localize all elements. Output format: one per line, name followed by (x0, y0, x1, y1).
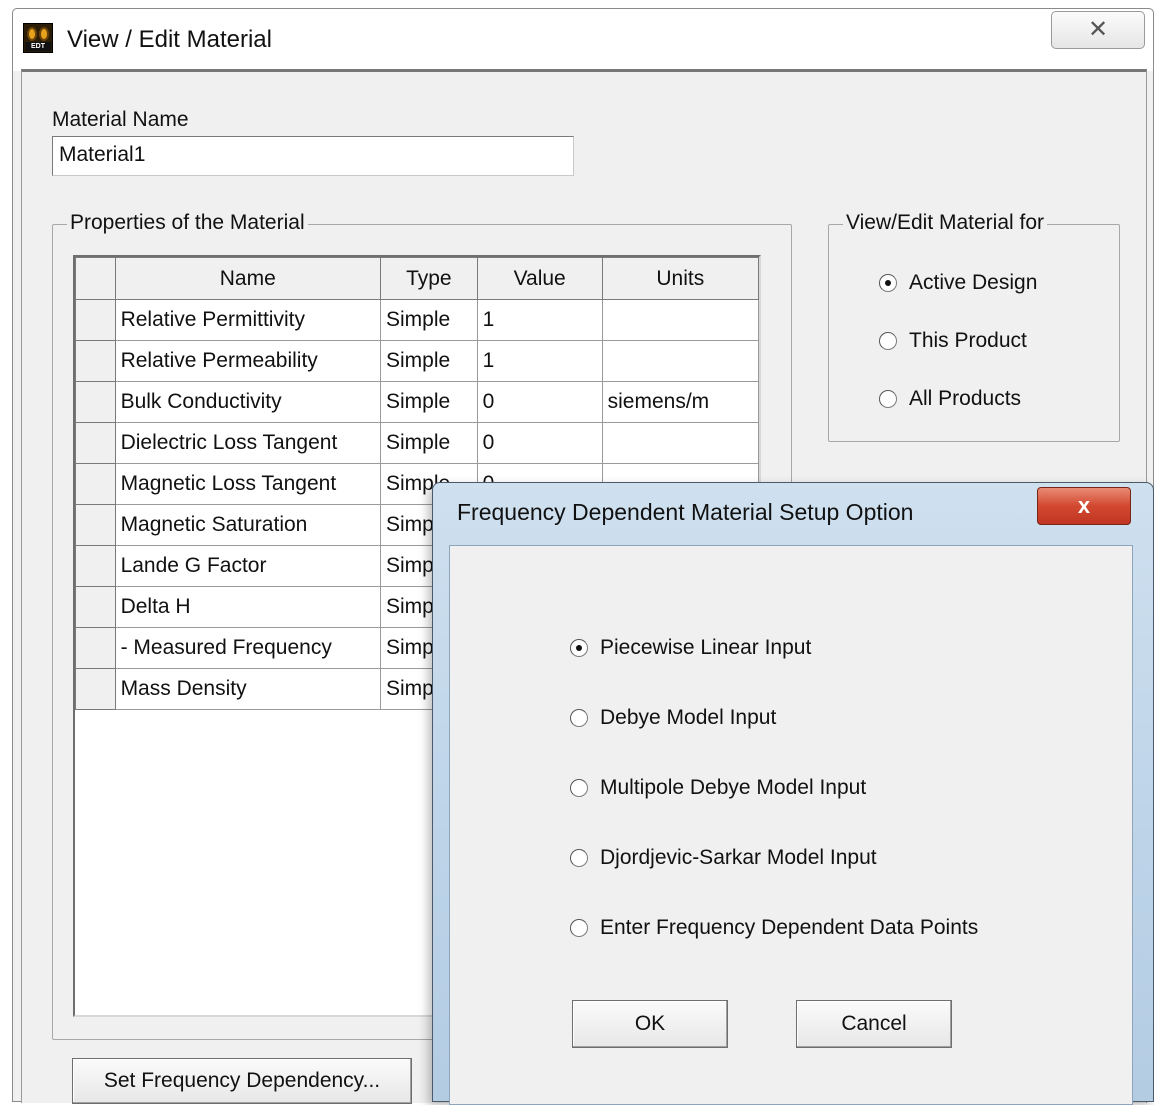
column-header-name[interactable]: Name (114, 257, 382, 300)
property-value-cell[interactable]: 1 (476, 340, 603, 382)
row-header-cell[interactable] (75, 627, 116, 669)
table-row[interactable]: Relative Permeability Simple 1 (75, 340, 759, 382)
title-bar[interactable]: EDT View / Edit Material ✕ (13, 9, 1153, 71)
property-name-cell[interactable]: Delta H (114, 586, 382, 628)
property-name-cell[interactable]: Magnetic Saturation (114, 504, 382, 546)
property-value-cell[interactable]: 1 (476, 299, 603, 341)
window-close-button[interactable]: ✕ (1051, 11, 1145, 49)
radio-label: Active Design (909, 271, 1038, 294)
property-name-cell[interactable]: Dielectric Loss Tangent (114, 422, 382, 464)
properties-header-row: Name Type Value Units (75, 257, 759, 300)
app-icon-label: EDT (25, 42, 51, 51)
property-value-cell[interactable]: 0 (476, 381, 603, 423)
column-header-value[interactable]: Value (476, 257, 603, 300)
close-icon: ✕ (1087, 16, 1109, 43)
property-type-cell[interactable]: Simple (380, 299, 478, 341)
close-icon: x (1077, 493, 1091, 518)
table-row[interactable]: Relative Permittivity Simple 1 (75, 299, 759, 341)
column-header-units[interactable]: Units (601, 257, 759, 300)
row-header-cell[interactable] (75, 381, 116, 423)
dialog-title: Frequency Dependent Material Setup Optio… (457, 499, 914, 525)
radio-label: This Product (909, 329, 1027, 352)
radio-label: Piecewise Linear Input (600, 636, 812, 659)
property-value-cell[interactable]: 0 (476, 422, 603, 464)
property-units-cell[interactable] (601, 340, 759, 382)
radio-button[interactable] (570, 849, 588, 867)
property-type-cell[interactable]: Simple (380, 340, 478, 382)
radio-all-products[interactable]: All Products (879, 387, 1021, 411)
radio-label: All Products (909, 387, 1022, 410)
property-name-cell[interactable]: Magnetic Loss Tangent (114, 463, 382, 505)
column-header-type[interactable]: Type (380, 257, 478, 300)
dialog-client-area: Piecewise Linear Input Debye Model Input… (449, 545, 1133, 1105)
property-units-cell[interactable]: siemens/m (601, 381, 759, 423)
app-icon: EDT (23, 23, 53, 53)
property-units-cell[interactable] (601, 299, 759, 341)
cancel-button[interactable]: Cancel (796, 1000, 952, 1048)
set-frequency-dependency-button[interactable]: Set Frequency Dependency... (72, 1058, 412, 1104)
row-header-cell[interactable] (75, 545, 116, 587)
radio-active-design[interactable]: Active Design (879, 271, 1037, 295)
option-debye-model[interactable]: Debye Model Input (570, 706, 776, 730)
view-edit-for-group: View/Edit Material for Active Design Thi… (828, 211, 1120, 442)
radio-button[interactable] (570, 919, 588, 937)
option-data-points[interactable]: Enter Frequency Dependent Data Points (570, 916, 978, 940)
property-name-cell[interactable]: Mass Density (114, 668, 382, 710)
row-header-cell[interactable] (75, 463, 116, 505)
row-header-cell[interactable] (75, 340, 116, 382)
property-name-cell[interactable]: Relative Permittivity (114, 299, 382, 341)
radio-this-product[interactable]: This Product (879, 329, 1027, 353)
option-multipole-debye[interactable]: Multipole Debye Model Input (570, 776, 866, 800)
radio-button[interactable] (570, 709, 588, 727)
dialog-close-button[interactable]: x (1037, 487, 1131, 525)
radio-label: Enter Frequency Dependent Data Points (600, 916, 979, 939)
row-header-cell[interactable] (75, 668, 116, 710)
table-row[interactable]: Bulk Conductivity Simple 0 siemens/m (75, 381, 759, 423)
radio-label: Djordjevic-Sarkar Model Input (600, 846, 877, 869)
corner-header-cell[interactable] (75, 257, 116, 300)
row-header-cell[interactable] (75, 299, 116, 341)
property-type-cell[interactable]: Simple (380, 422, 478, 464)
ok-button[interactable]: OK (572, 1000, 728, 1048)
row-header-cell[interactable] (75, 586, 116, 628)
property-name-cell[interactable]: Relative Permeability (114, 340, 382, 382)
property-name-cell[interactable]: Bulk Conductivity (114, 381, 382, 423)
radio-button[interactable] (570, 779, 588, 797)
property-type-cell[interactable]: Simple (380, 381, 478, 423)
radio-label: Debye Model Input (600, 706, 777, 729)
radio-label: Multipole Debye Model Input (600, 776, 867, 799)
radio-button[interactable] (879, 390, 897, 408)
material-name-label: Material Name (52, 108, 189, 131)
material-name-input[interactable]: Material1 (52, 136, 574, 176)
radio-button-checked[interactable] (879, 274, 897, 292)
property-name-cell[interactable]: - Measured Frequency (114, 627, 382, 669)
table-row[interactable]: Dielectric Loss Tangent Simple 0 (75, 422, 759, 464)
option-djordjevic-sarkar[interactable]: Djordjevic-Sarkar Model Input (570, 846, 877, 870)
row-header-cell[interactable] (75, 422, 116, 464)
option-piecewise-linear[interactable]: Piecewise Linear Input (570, 636, 811, 660)
properties-group-legend: Properties of the Material (67, 211, 308, 235)
view-edit-for-legend: View/Edit Material for (843, 211, 1048, 235)
window-title: View / Edit Material (67, 26, 272, 53)
radio-button-checked[interactable] (570, 639, 588, 657)
frequency-setup-dialog: Frequency Dependent Material Setup Optio… (432, 482, 1154, 1105)
property-units-cell[interactable] (601, 422, 759, 464)
row-header-cell[interactable] (75, 504, 116, 546)
property-name-cell[interactable]: Lande G Factor (114, 545, 382, 587)
radio-button[interactable] (879, 332, 897, 350)
